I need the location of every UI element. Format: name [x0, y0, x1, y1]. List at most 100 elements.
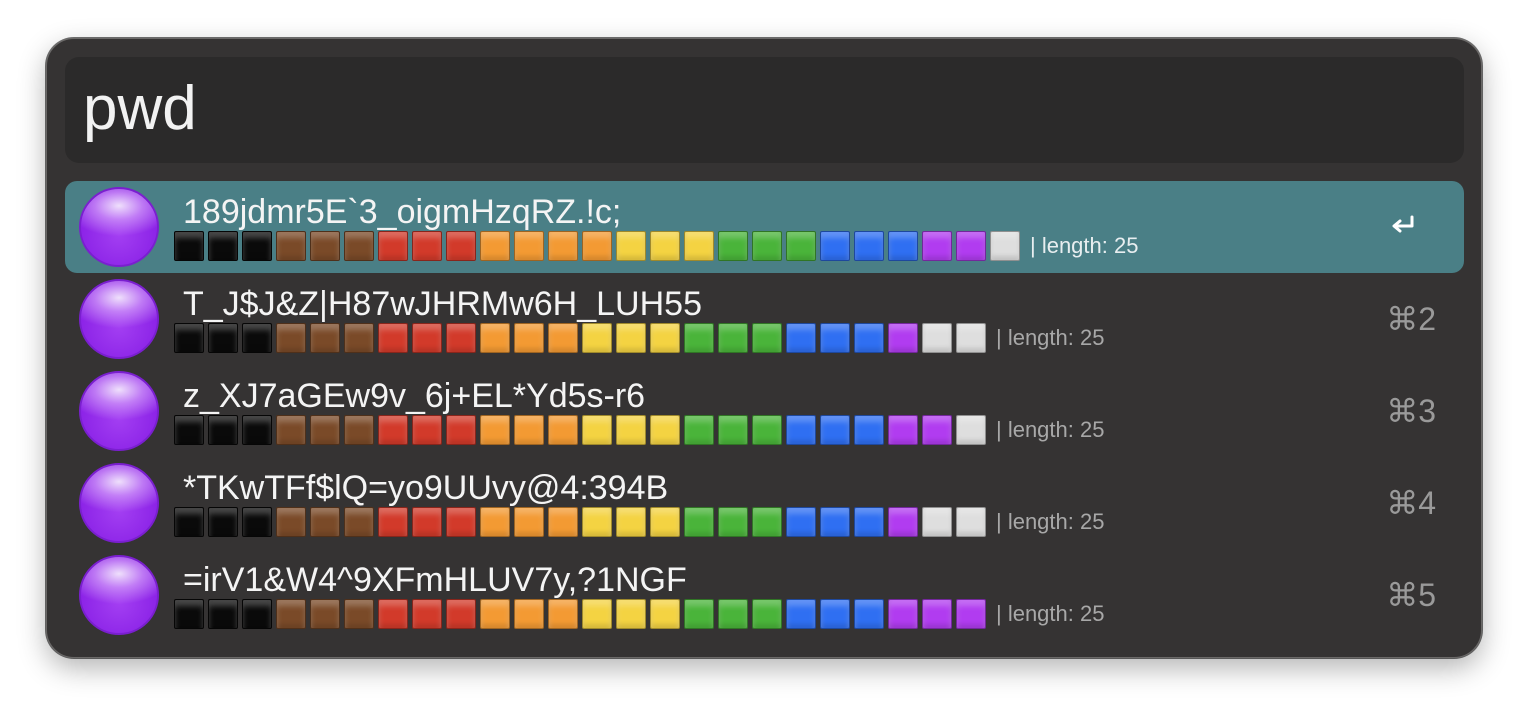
strength-square — [718, 323, 748, 353]
strength-bar — [174, 231, 1020, 261]
result-row[interactable]: T_J$J&Z|H87wJHRMw6H_LUH55 | length: 25 ⌘… — [65, 273, 1464, 365]
strength-square — [820, 415, 850, 445]
result-row[interactable]: *TKwTFf$lQ=yo9UUvy@4:394B | length: 25 ⌘… — [65, 457, 1464, 549]
strength-square — [276, 507, 306, 537]
strength-square — [820, 599, 850, 629]
strength-square — [344, 599, 374, 629]
strength-square — [276, 323, 306, 353]
strength-square — [514, 415, 544, 445]
strength-square — [684, 599, 714, 629]
strength-square — [310, 231, 340, 261]
strength-square — [650, 599, 680, 629]
strength-square — [582, 599, 612, 629]
length-label: | length: 25 — [996, 509, 1105, 534]
strength-square — [242, 323, 272, 353]
strength-square — [276, 415, 306, 445]
strength-square — [956, 323, 986, 353]
strength-square — [616, 415, 646, 445]
strength-square — [276, 599, 306, 629]
strength-square — [174, 231, 204, 261]
strength-square — [378, 415, 408, 445]
strength-square — [548, 507, 578, 537]
shortcut-label: ⌘4 — [1386, 485, 1436, 521]
shortcut-label: ⌘5 — [1386, 577, 1436, 613]
purple-circle-icon — [79, 187, 159, 267]
strength-square — [514, 599, 544, 629]
strength-square — [378, 599, 408, 629]
launcher-window: 189jdmr5E`3_oigmHzqRZ.!c; | length: 25 T… — [46, 38, 1482, 658]
strength-square — [208, 231, 238, 261]
strength-square — [344, 231, 374, 261]
purple-circle-icon — [79, 371, 159, 451]
strength-square — [310, 599, 340, 629]
length-label: | length: 25 — [996, 601, 1105, 626]
strength-square — [174, 415, 204, 445]
strength-square — [446, 507, 476, 537]
strength-square — [208, 415, 238, 445]
strength-square — [480, 323, 510, 353]
strength-square — [412, 599, 442, 629]
strength-square — [378, 231, 408, 261]
strength-square — [786, 507, 816, 537]
strength-square — [650, 415, 680, 445]
strength-square — [344, 415, 374, 445]
strength-square — [276, 231, 306, 261]
shortcut-label: ⌘3 — [1386, 393, 1436, 429]
result-row[interactable]: 189jdmr5E`3_oigmHzqRZ.!c; | length: 25 — [65, 181, 1464, 273]
strength-square — [174, 599, 204, 629]
strength-square — [310, 323, 340, 353]
strength-square — [956, 231, 986, 261]
strength-square — [990, 231, 1020, 261]
result-row[interactable]: z_XJ7aGEw9v_6j+EL*Yd5s-r6 | length: 25 ⌘… — [65, 365, 1464, 457]
strength-square — [378, 323, 408, 353]
strength-square — [174, 507, 204, 537]
strength-square — [514, 231, 544, 261]
search-input[interactable] — [83, 69, 1433, 149]
strength-square — [446, 599, 476, 629]
strength-square — [888, 231, 918, 261]
strength-square — [582, 323, 612, 353]
strength-square — [616, 231, 646, 261]
strength-square — [548, 415, 578, 445]
strength-square — [922, 323, 952, 353]
strength-square — [854, 323, 884, 353]
password-text: *TKwTFf$lQ=yo9UUvy@4:394B — [183, 469, 669, 507]
strength-square — [344, 323, 374, 353]
strength-square — [752, 323, 782, 353]
password-text: T_J$J&Z|H87wJHRMw6H_LUH55 — [183, 285, 702, 323]
result-row[interactable]: =irV1&W4^9XFmHLUV7y,?1NGF | length: 25 ⌘… — [65, 549, 1464, 641]
strength-bar — [174, 323, 986, 353]
return-icon — [1392, 215, 1414, 233]
strength-square — [412, 415, 442, 445]
password-text: =irV1&W4^9XFmHLUV7y,?1NGF — [183, 561, 687, 599]
strength-square — [412, 507, 442, 537]
strength-bar — [174, 507, 986, 537]
password-text: 189jdmr5E`3_oigmHzqRZ.!c; — [183, 193, 622, 231]
strength-square — [582, 231, 612, 261]
strength-square — [718, 231, 748, 261]
strength-square — [752, 231, 782, 261]
length-label: | length: 25 — [996, 325, 1105, 350]
strength-square — [718, 507, 748, 537]
strength-square — [616, 323, 646, 353]
strength-square — [888, 415, 918, 445]
strength-square — [242, 415, 272, 445]
search-box — [65, 57, 1464, 163]
strength-square — [310, 415, 340, 445]
strength-square — [684, 323, 714, 353]
strength-square — [412, 323, 442, 353]
strength-square — [208, 599, 238, 629]
strength-square — [174, 323, 204, 353]
strength-square — [956, 415, 986, 445]
strength-square — [242, 599, 272, 629]
strength-square — [888, 323, 918, 353]
strength-square — [514, 507, 544, 537]
strength-square — [888, 507, 918, 537]
strength-square — [548, 599, 578, 629]
strength-square — [922, 599, 952, 629]
strength-square — [820, 231, 850, 261]
strength-square — [514, 323, 544, 353]
strength-square — [310, 507, 340, 537]
shortcut-label: ⌘2 — [1386, 301, 1436, 337]
strength-square — [650, 323, 680, 353]
